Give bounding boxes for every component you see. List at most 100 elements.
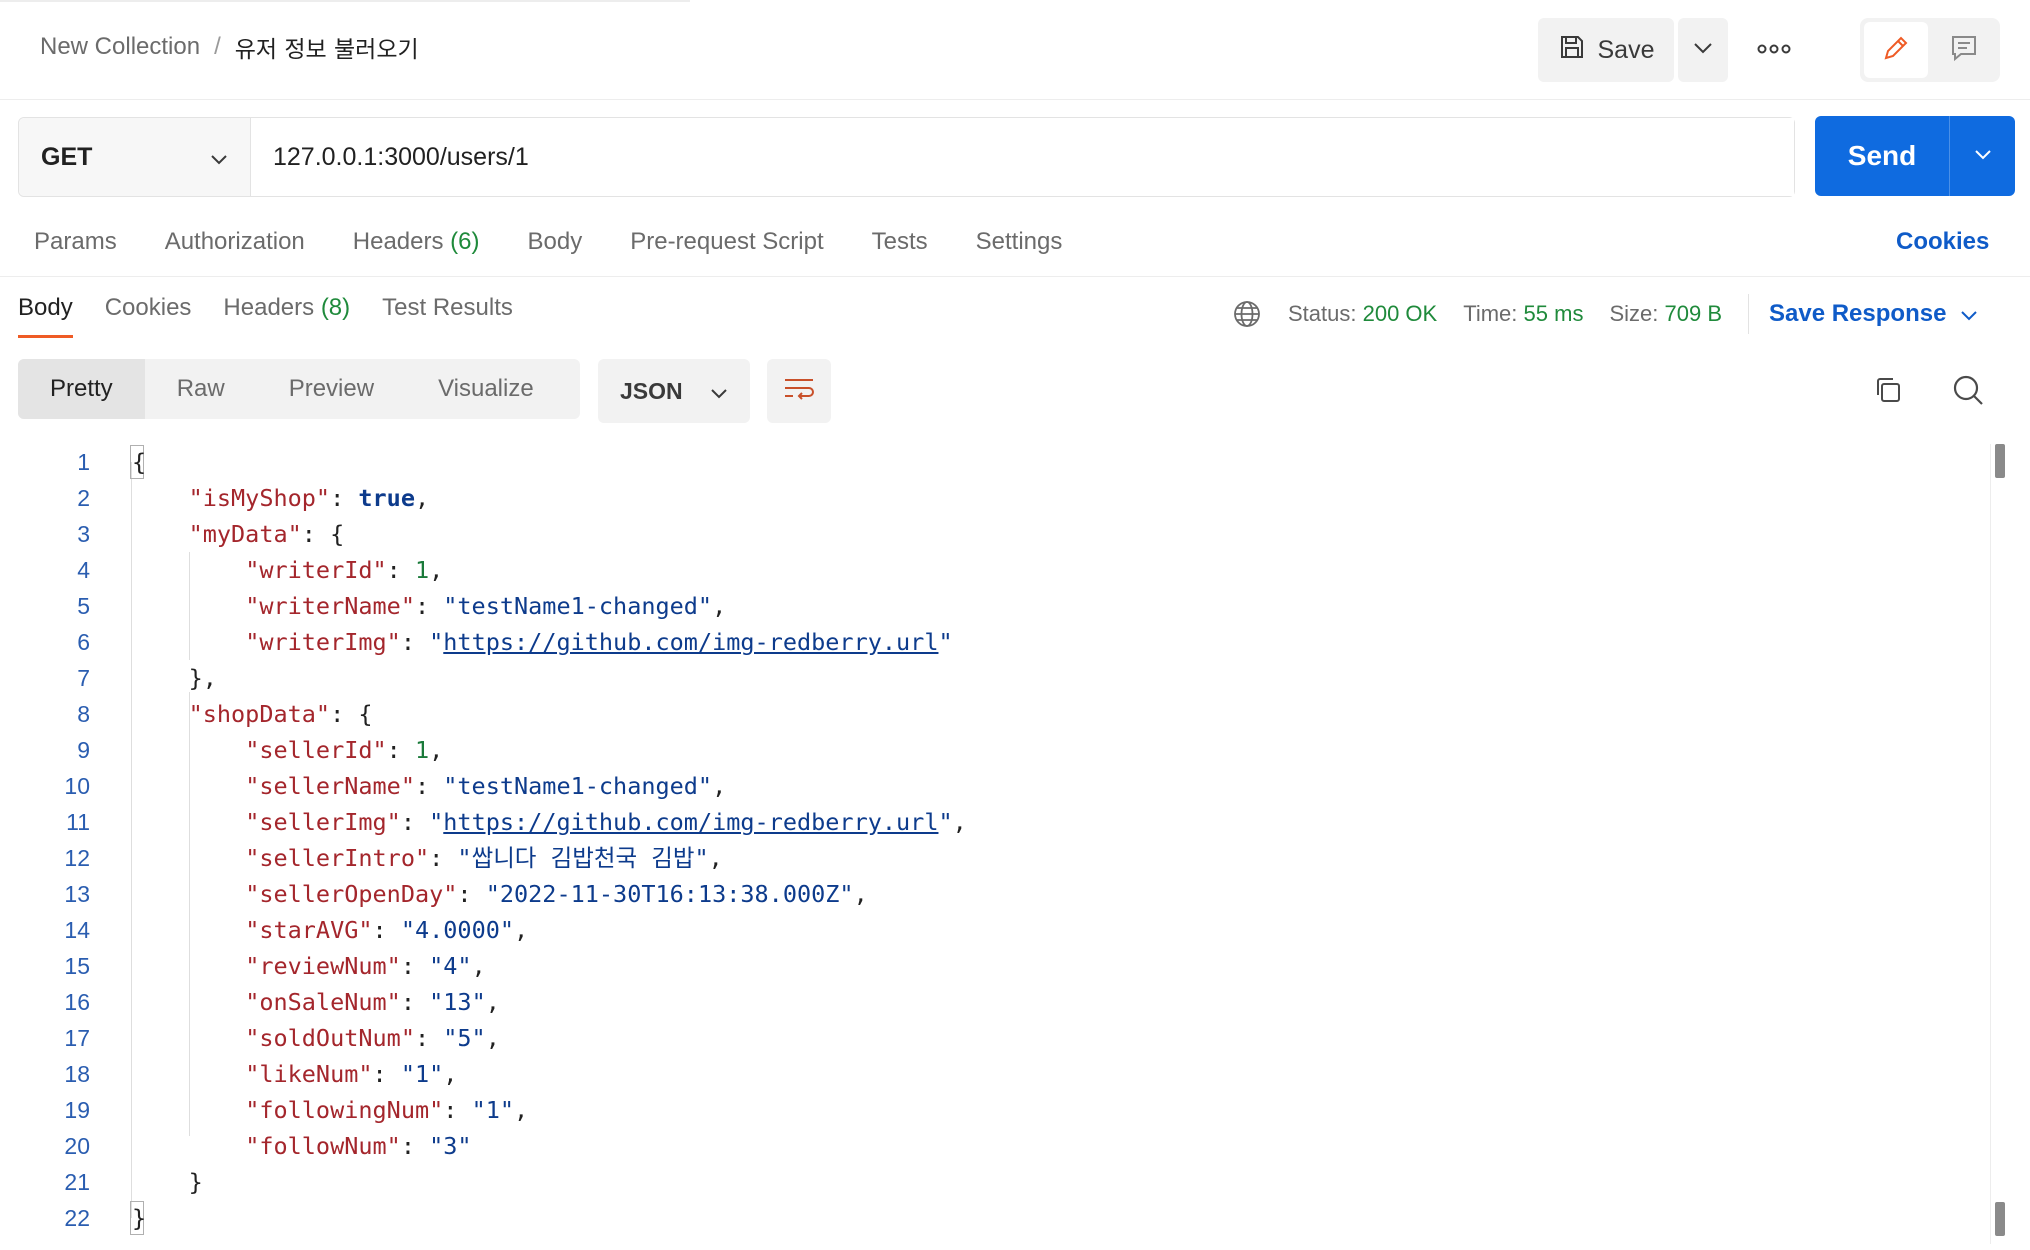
more-actions-button[interactable] xyxy=(1752,30,1796,70)
search-button[interactable] xyxy=(1950,374,1986,410)
wrap-lines-button[interactable] xyxy=(767,359,831,423)
line-number: 13 xyxy=(64,881,90,907)
code-text: "likeNum": "1", xyxy=(245,1060,458,1088)
line-number: 16 xyxy=(64,989,90,1015)
code-text: }, xyxy=(132,664,217,692)
tab-response-body[interactable]: Body xyxy=(18,294,73,338)
code-text: "sellerName": "testName1-changed", xyxy=(245,772,727,800)
code-line: 5 "writerName": "testName1-changed", xyxy=(0,588,1990,624)
method-label: GET xyxy=(41,142,93,171)
scrollbar-thumb[interactable] xyxy=(1995,444,2005,478)
line-number: 11 xyxy=(66,809,90,835)
tab-tests[interactable]: Tests xyxy=(872,228,928,256)
save-options-button[interactable] xyxy=(1678,18,1728,82)
code-text: "isMyShop": true, xyxy=(188,484,430,512)
save-response-button[interactable]: Save Response xyxy=(1769,300,1978,328)
code-line: 4 "writerId": 1, xyxy=(0,552,1990,588)
code-text: "sellerId": 1, xyxy=(245,736,444,764)
view-preview[interactable]: Preview xyxy=(257,359,406,419)
status-info: Status: 200 OK xyxy=(1288,301,1438,326)
tab-test-results[interactable]: Test Results xyxy=(382,294,513,338)
format-label: JSON xyxy=(620,377,683,404)
url-link[interactable]: https://github.com/img-redberry.url xyxy=(443,628,938,656)
tab-response-headers[interactable]: Headers (8) xyxy=(223,294,350,338)
edit-mode-button[interactable] xyxy=(1864,22,1928,78)
line-number: 10 xyxy=(64,773,90,799)
save-label: Save xyxy=(1597,35,1655,64)
status-divider xyxy=(1748,294,1749,334)
line-number: 15 xyxy=(64,953,90,979)
tab-params[interactable]: Params xyxy=(34,228,117,256)
breadcrumb: New Collection / 유저 정보 불러오기 xyxy=(40,30,419,64)
pencil-icon xyxy=(1881,33,1911,68)
code-line: 3 "myData": { xyxy=(0,516,1990,552)
chevron-down-icon xyxy=(1974,147,1992,165)
line-number: 14 xyxy=(64,917,90,943)
globe-icon[interactable] xyxy=(1232,299,1262,329)
code-text: "writerImg": "https://github.com/img-red… xyxy=(245,628,953,656)
code-text: "sellerOpenDay": "2022-11-30T16:13:38.00… xyxy=(245,880,868,908)
time-value: 55 ms xyxy=(1523,301,1584,326)
url-input[interactable] xyxy=(251,118,1794,196)
request-name[interactable]: 유저 정보 불러오기 xyxy=(235,30,419,64)
send-options-button[interactable] xyxy=(1950,116,2015,196)
response-body-viewer[interactable]: 1{2 "isMyShop": true, 3 "myData": {4 "wri… xyxy=(0,444,1990,1244)
line-number: 12 xyxy=(64,845,90,871)
divider xyxy=(0,276,2030,277)
line-number: 1 xyxy=(77,449,90,475)
cookies-link[interactable]: Cookies xyxy=(1896,228,1989,256)
line-number: 2 xyxy=(77,485,90,511)
code-text: } xyxy=(132,1204,147,1232)
code-text: "reviewNum": "4", xyxy=(245,952,486,980)
line-number: 8 xyxy=(77,701,90,727)
code-text: "writerName": "testName1-changed", xyxy=(245,592,727,620)
tab-indicator xyxy=(0,0,690,2)
code-text: "sellerImg": "https://github.com/img-red… xyxy=(245,808,967,836)
save-button[interactable]: Save xyxy=(1538,18,1674,82)
comment-mode-button[interactable] xyxy=(1932,22,1996,78)
top-bar: New Collection / 유저 정보 불러오기 Save xyxy=(0,0,2030,100)
code-line: 22} xyxy=(0,1200,1990,1236)
line-number: 4 xyxy=(77,557,90,583)
view-pretty[interactable]: Pretty xyxy=(18,359,145,419)
code-line: 12 "sellerIntro": "쌉니다 김밥천국 김밥", xyxy=(0,840,1990,876)
line-number: 20 xyxy=(64,1133,90,1159)
scrollbar-marker xyxy=(1995,1202,2005,1236)
chevron-down-icon xyxy=(710,378,728,405)
status-value: 200 OK xyxy=(1362,301,1438,326)
line-number: 7 xyxy=(77,665,90,691)
comment-icon xyxy=(1949,33,1979,68)
tab-pre-request-script[interactable]: Pre-request Script xyxy=(630,228,823,256)
response-tabs: Body Cookies Headers (8) Test Results xyxy=(18,294,545,338)
code-line: 14 "starAVG": "4.0000", xyxy=(0,912,1990,948)
code-text: "onSaleNum": "13", xyxy=(245,988,500,1016)
method-select[interactable]: GET xyxy=(19,118,251,196)
code-line: 6 "writerImg": "https://github.com/img-r… xyxy=(0,624,1990,660)
view-visualize[interactable]: Visualize xyxy=(406,359,566,419)
save-response-label: Save Response xyxy=(1769,300,1947,327)
view-raw[interactable]: Raw xyxy=(145,359,257,419)
request-tabs: Params Authorization Headers (6) Body Pr… xyxy=(34,228,1110,256)
tab-authorization[interactable]: Authorization xyxy=(165,228,305,256)
breadcrumb-collection[interactable]: New Collection xyxy=(40,33,200,61)
tab-headers[interactable]: Headers (6) xyxy=(353,228,480,256)
line-number: 6 xyxy=(77,629,90,655)
headers-count: (6) xyxy=(450,228,480,255)
time-info: Time: 55 ms xyxy=(1463,301,1584,326)
size-value: 709 B xyxy=(1664,301,1723,326)
copy-button[interactable] xyxy=(1870,374,1906,410)
code-line: 20 "followNum": "3" xyxy=(0,1128,1990,1164)
tab-settings[interactable]: Settings xyxy=(976,228,1063,256)
send-button[interactable]: Send xyxy=(1815,116,2015,196)
format-select[interactable]: JSON xyxy=(598,359,750,423)
tab-body[interactable]: Body xyxy=(528,228,583,256)
chevron-down-icon xyxy=(210,143,228,172)
code-line: 8 "shopData": { xyxy=(0,696,1990,732)
code-text: "writerId": 1, xyxy=(245,556,444,584)
chevron-down-icon xyxy=(1693,41,1713,59)
code-line: 16 "onSaleNum": "13", xyxy=(0,984,1990,1020)
url-link[interactable]: https://github.com/img-redberry.url xyxy=(443,808,938,836)
tab-response-cookies[interactable]: Cookies xyxy=(105,294,192,338)
code-text: "followingNum": "1", xyxy=(245,1096,529,1124)
line-number: 22 xyxy=(64,1205,90,1231)
